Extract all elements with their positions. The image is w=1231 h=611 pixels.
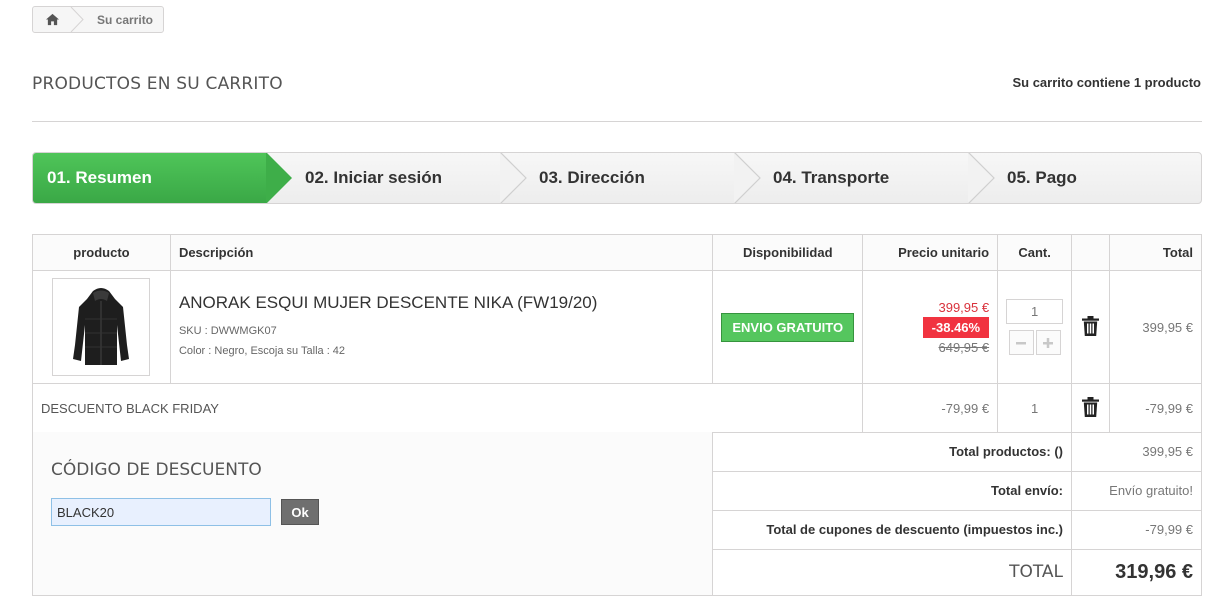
- total-coupons-value: -79,99 €: [1071, 510, 1202, 550]
- total-coupons-label: Total de cupones de descuento (impuestos…: [712, 510, 1072, 550]
- step-label: 04. Transporte: [773, 168, 890, 187]
- cart-totals: Total productos: () 399,95 € Total envío…: [712, 432, 1202, 596]
- step-label: 03. Dirección: [539, 168, 645, 187]
- grand-total-label: TOTAL: [712, 549, 1072, 596]
- step-arrow-icon: [266, 153, 292, 203]
- table-row: DESCUENTO BLACK FRIDAY -79,99 € 1 -79,99…: [31, 383, 1202, 433]
- plus-icon: [1043, 337, 1054, 348]
- step-arrow-icon: [968, 153, 995, 203]
- minus-icon: [1016, 341, 1027, 344]
- product-image-cell: [32, 270, 171, 384]
- voucher-title: CÓDIGO DE DESCUENTO: [51, 460, 262, 480]
- discount-unit-price: -79,99 €: [862, 383, 999, 433]
- delete-cell: [1071, 270, 1111, 384]
- voucher-ok-button[interactable]: Ok: [281, 499, 319, 525]
- total-shipping-value: Envío gratuito!: [1071, 471, 1202, 511]
- discount-total: -79,99 €: [1109, 383, 1202, 433]
- cart-table: producto Descripción Disponibilidad Prec…: [31, 234, 1202, 433]
- cart-count-text: Su carrito contiene 1 producto: [1012, 75, 1201, 90]
- totals-row: TOTAL 319,96 €: [712, 549, 1202, 596]
- home-icon: [45, 13, 59, 26]
- step-label: 05. Pago: [1007, 168, 1077, 187]
- totals-row: Total productos: () 399,95 €: [712, 432, 1202, 472]
- table-header-row: producto Descripción Disponibilidad Prec…: [32, 234, 1202, 271]
- price-old: 649,95 €: [938, 339, 990, 355]
- quantity-input[interactable]: 1: [1006, 299, 1064, 324]
- step-arrow-icon: [734, 153, 761, 203]
- delete-cell: [1071, 383, 1111, 433]
- delete-discount-button[interactable]: [1082, 396, 1100, 420]
- voucher-code-input[interactable]: BLACK20: [51, 498, 271, 526]
- discount-percent-badge: -38.46%: [922, 316, 990, 338]
- quantity-increase-button[interactable]: [1035, 330, 1061, 355]
- grand-total-value: 319,96 €: [1071, 549, 1202, 596]
- product-attributes: Color : Negro, Escoja su Talla : 42: [178, 345, 346, 357]
- step-label: 02. Iniciar sesión: [305, 168, 443, 187]
- breadcrumb-separator-icon: [70, 7, 84, 32]
- step-shipping[interactable]: 04. Transporte: [735, 153, 995, 203]
- step-login[interactable]: 02. Iniciar sesión: [267, 153, 527, 203]
- breadcrumb: Su carrito: [32, 6, 164, 33]
- totals-row: Total envío: Envío gratuito!: [712, 471, 1202, 511]
- table-row: ANORAK ESQUI MUJER DESCENTE NIKA (FW19/2…: [32, 270, 1202, 384]
- totals-row: Total de cupones de descuento (impuestos…: [712, 510, 1202, 550]
- step-summary[interactable]: 01. Resumen: [33, 153, 292, 203]
- step-arrow-icon: [500, 153, 527, 203]
- product-sku: SKU : DWWMGK07: [178, 325, 277, 337]
- quantity-decrease-button[interactable]: [1008, 330, 1034, 355]
- total-products-value: 399,95 €: [1071, 432, 1202, 472]
- step-label: 01. Resumen: [47, 168, 152, 187]
- step-address[interactable]: 03. Dirección: [501, 153, 761, 203]
- price-new: 399,95 €: [938, 299, 990, 315]
- total-products-label: Total productos: (): [712, 432, 1072, 472]
- divider: [32, 121, 1202, 122]
- col-header-qty: Cant.: [997, 234, 1073, 271]
- delete-item-button[interactable]: [1082, 315, 1100, 339]
- breadcrumb-home-link[interactable]: [33, 7, 71, 32]
- col-header-delete: [1071, 234, 1111, 271]
- quantity-stepper: [998, 330, 1071, 355]
- col-header-total: Total: [1109, 234, 1202, 271]
- discount-qty: 1: [997, 383, 1073, 433]
- product-image-link[interactable]: [52, 278, 151, 376]
- voucher-panel: CÓDIGO DE DESCUENTO BLACK20 Ok: [32, 432, 713, 596]
- product-name-link[interactable]: ANORAK ESQUI MUJER DESCENTE NIKA (FW19/2…: [179, 293, 712, 313]
- line-total: 399,95 €: [1109, 270, 1202, 384]
- col-header-unit-price: Precio unitario: [862, 234, 999, 271]
- checkout-steps: 01. Resumen 02. Iniciar sesión 03. Direc…: [32, 152, 1202, 204]
- availability-cell: ENVIO GRATUITO: [712, 270, 864, 384]
- product-description-cell: ANORAK ESQUI MUJER DESCENTE NIKA (FW19/2…: [169, 270, 714, 384]
- trash-icon: [1082, 315, 1100, 336]
- col-header-product: producto: [32, 234, 171, 271]
- jacket-image: [73, 288, 130, 365]
- step-payment[interactable]: 05. Pago: [969, 153, 1201, 203]
- unit-price-cell: 399,95 € -38.46% 649,95 €: [862, 270, 999, 384]
- col-header-description: Descripción: [169, 234, 714, 271]
- qty-cell: 1: [997, 270, 1073, 384]
- breadcrumb-current: Su carrito: [97, 12, 154, 27]
- free-shipping-badge: ENVIO GRATUITO: [721, 312, 855, 342]
- trash-icon: [1082, 396, 1100, 417]
- total-shipping-label: Total envío:: [712, 471, 1072, 511]
- col-header-availability: Disponibilidad: [712, 234, 864, 271]
- discount-name: DESCUENTO BLACK FRIDAY: [31, 383, 864, 433]
- page-title: PRODUCTOS EN SU CARRITO: [32, 74, 283, 94]
